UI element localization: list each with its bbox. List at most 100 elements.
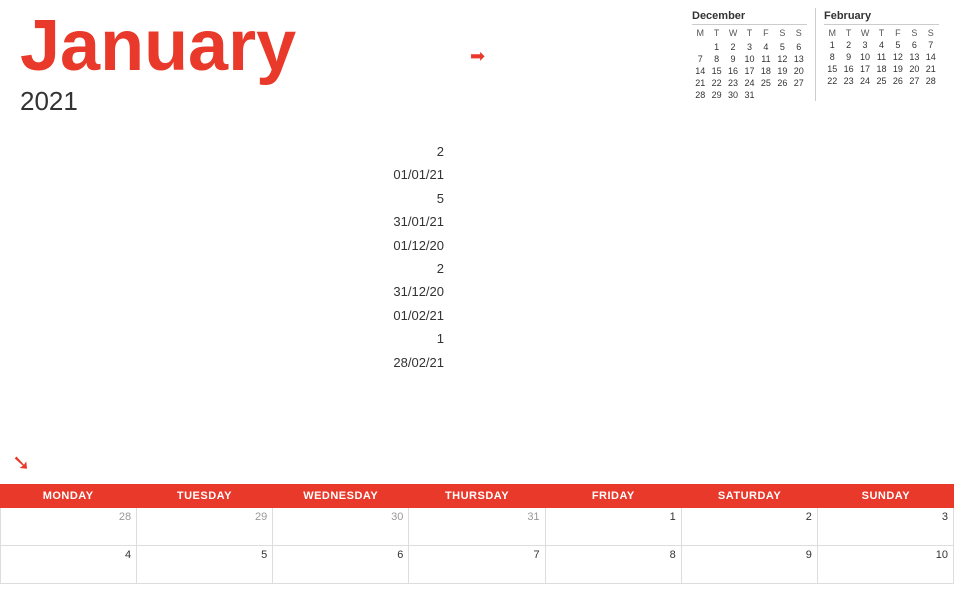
month-title: January — [20, 10, 296, 82]
calendar-cell: 4 — [1, 546, 137, 584]
data-field-10: 1 — [393, 327, 444, 350]
calendar-cell: 9 — [682, 546, 818, 584]
mini-cal-day-num: 1 — [824, 39, 840, 51]
mini-cal-day-num: 13 — [791, 53, 807, 65]
calendar-header-cell: THURSDAY — [409, 484, 545, 508]
mini-cal-day-num: 18 — [758, 65, 774, 77]
mini-cal-day-num: 5 — [774, 41, 790, 53]
mini-cal-day-label: T — [840, 27, 856, 39]
mini-cal-day-num: 25 — [873, 75, 889, 87]
calendar-cell-number: 10 — [823, 549, 948, 561]
data-fields: 201/01/21531/01/2101/12/20231/12/2001/02… — [393, 140, 444, 374]
mini-cal-day-label: T — [708, 27, 724, 39]
calendar-cell: 7 — [409, 546, 545, 584]
mini-cal-day-label: W — [725, 27, 741, 39]
mini-cal-day-num: 2 — [840, 39, 856, 51]
mini-cal-day-num: 17 — [741, 65, 757, 77]
mini-cal-day-num: 22 — [824, 75, 840, 87]
calendar-cell-number: 8 — [551, 549, 676, 561]
mini-cal-day-num: 7 — [692, 53, 708, 65]
mini-cal-february-header: February — [824, 8, 939, 25]
calendar-cell: 29 — [137, 508, 273, 546]
calendar-cell-number: 7 — [414, 549, 539, 561]
calendar-header-cell: MONDAY — [0, 484, 136, 508]
mini-cal-day-label: S — [923, 27, 939, 39]
data-field-6: 2 — [393, 257, 444, 280]
mini-cal-day-num: 14 — [923, 51, 939, 63]
mini-cal-day-num: 26 — [774, 77, 790, 89]
mini-cal-day-num: 12 — [890, 51, 906, 63]
mini-cal-day-num — [692, 41, 708, 53]
mini-cal-december-header: December — [692, 8, 807, 25]
mini-cal-day-num: 24 — [857, 75, 873, 87]
mini-cal-day-label: M — [824, 27, 840, 39]
mini-cal-day-num: 9 — [725, 53, 741, 65]
mini-cal-day-num: 3 — [857, 39, 873, 51]
calendar-header-cell: WEDNESDAY — [273, 484, 409, 508]
mini-cal-day-label: T — [873, 27, 889, 39]
calendar-cell: 28 — [1, 508, 137, 546]
mini-cal-day-num: 28 — [692, 89, 708, 101]
data-field-0: 2 — [393, 140, 444, 163]
year-title: 2021 — [20, 86, 296, 117]
mini-cal-day-label: W — [857, 27, 873, 39]
mini-cal-day-num — [758, 89, 774, 101]
mini-cal-day-num: 1 — [708, 41, 724, 53]
calendar-body: 282930 31 123 456789 10 — [0, 508, 954, 584]
mini-cal-day-num: 24 — [741, 77, 757, 89]
mini-cal-day-num: 27 — [791, 77, 807, 89]
mini-cal-day-num: 10 — [741, 53, 757, 65]
calendar-cell-number: 6 — [278, 549, 403, 561]
mini-cal-day-num: 5 — [890, 39, 906, 51]
mini-cal-day-num — [791, 89, 807, 101]
calendar-cell-number: 31 — [414, 511, 539, 523]
mini-cal-day-num: 21 — [692, 77, 708, 89]
calendar-cell: 30 — [273, 508, 409, 546]
data-field-2: 5 — [393, 187, 444, 210]
calendar-cell-number: 4 — [6, 549, 131, 561]
calendar-cell-number: 2 — [687, 511, 812, 523]
calendar-cell: 3 — [818, 508, 954, 546]
mini-cal-day-label: S — [774, 27, 790, 39]
mini-cal-day-num: 6 — [906, 39, 922, 51]
calendar-cell-number: 1 — [551, 511, 676, 523]
data-field-3: 31/01/21 — [393, 210, 444, 233]
mini-cal-day-num: 11 — [758, 53, 774, 65]
mini-cal-day-num: 2 — [725, 41, 741, 53]
mini-cal-day-num: 30 — [725, 89, 741, 101]
mini-cal-day-num: 19 — [890, 63, 906, 75]
bottom-arrow: ➘ — [12, 450, 30, 476]
mini-cal-day-num: 20 — [791, 65, 807, 77]
calendar-header-cell: SATURDAY — [681, 484, 817, 508]
calendar-cell: 31 — [409, 508, 545, 546]
mini-cal-day-num: 16 — [840, 63, 856, 75]
mini-cal-day-label: S — [791, 27, 807, 39]
mini-calendars: December MTWTFSS123456789101112131415161… — [692, 8, 939, 101]
mini-cal-day-num: 25 — [758, 77, 774, 89]
mini-cal-day-label: F — [890, 27, 906, 39]
mini-cal-day-num: 15 — [824, 63, 840, 75]
calendar-header-row: MONDAYTUESDAYWEDNESDAYTHURSDAYFRIDAYSATU… — [0, 484, 954, 508]
december-arrow: ➡ — [470, 46, 485, 67]
mini-cal-day-num: 12 — [774, 53, 790, 65]
mini-cal-day-num: 18 — [873, 63, 889, 75]
mini-cal-day-num: 20 — [906, 63, 922, 75]
calendar-cell: 6 — [273, 546, 409, 584]
mini-cal-february: February MTWTFSS123456789101112131415161… — [824, 8, 939, 101]
calendar-cell: 2 — [682, 508, 818, 546]
mini-cal-december-grid: MTWTFSS123456789101112131415161718192021… — [692, 27, 807, 101]
calendar-cell-number: 3 — [823, 511, 948, 523]
mini-cal-day-num: 29 — [708, 89, 724, 101]
calendar-cell: 8 — [546, 546, 682, 584]
mini-cal-day-num: 19 — [774, 65, 790, 77]
mini-cal-day-num: 15 — [708, 65, 724, 77]
mini-cal-divider — [815, 8, 816, 101]
data-field-1: 01/01/21 — [393, 163, 444, 186]
mini-cal-day-num: 22 — [708, 77, 724, 89]
calendar-cell-number: 5 — [142, 549, 267, 561]
main-title-area: January 2021 — [20, 10, 296, 117]
mini-cal-day-label: M — [692, 27, 708, 39]
mini-cal-day-num: 8 — [708, 53, 724, 65]
mini-cal-february-grid: MTWTFSS123456789101112131415161718192021… — [824, 27, 939, 87]
mini-cal-day-num: 10 — [857, 51, 873, 63]
